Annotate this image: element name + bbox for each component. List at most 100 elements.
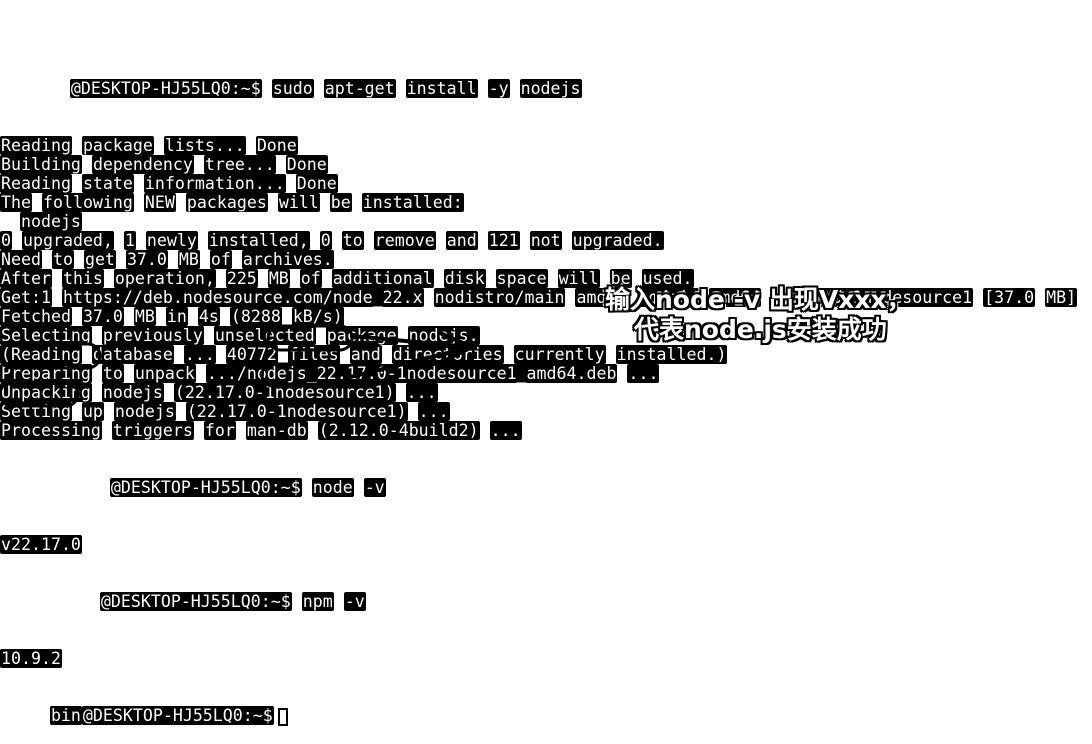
word: -v bbox=[363, 478, 386, 497]
output-line: Selecting previously unselected package … bbox=[0, 326, 1077, 345]
output-line: Need to get 37.0 MB of archives. bbox=[0, 250, 1077, 269]
command: sudo apt-get install -y nodejs bbox=[271, 79, 582, 98]
word: 225 bbox=[225, 269, 258, 288]
word: space bbox=[495, 269, 548, 288]
word: (Reading bbox=[0, 345, 82, 364]
word: Preparing bbox=[0, 364, 92, 383]
word: MB bbox=[177, 250, 200, 269]
word: previously bbox=[101, 326, 204, 345]
word: install bbox=[405, 79, 478, 98]
word: MB] bbox=[1045, 288, 1078, 307]
command: node -v bbox=[311, 478, 386, 497]
word: ... bbox=[417, 402, 450, 421]
word: Need bbox=[0, 250, 42, 269]
word: remove bbox=[373, 231, 436, 250]
output-text: Reading state information... Done bbox=[0, 174, 338, 193]
prompt-line: bin @DESKTOP-HJ55LQ0:~$ bbox=[0, 706, 1077, 726]
cursor bbox=[277, 707, 288, 726]
word: -y bbox=[487, 79, 510, 98]
word: installed.) bbox=[615, 345, 728, 364]
word: Building bbox=[0, 155, 82, 174]
output-line: 10.9.2 bbox=[0, 649, 1077, 668]
terminal-output[interactable]: @DESKTOP-HJ55LQ0:~$ sudo apt-get install… bbox=[0, 0, 1078, 744]
word: apt-get bbox=[323, 79, 396, 98]
word: to bbox=[101, 364, 124, 383]
output-text: Preparing to unpack .../nodejs_22.17.0-1… bbox=[0, 364, 660, 383]
output-text: The following NEW packages will be insta… bbox=[0, 193, 464, 212]
word: bin bbox=[49, 706, 82, 725]
word: operation, bbox=[113, 269, 216, 288]
word: this bbox=[61, 269, 104, 288]
word: up bbox=[81, 402, 104, 421]
command: npm -v bbox=[301, 592, 366, 611]
output-line: Get:1 https://deb.nodesource.com/node_22… bbox=[0, 288, 1078, 307]
word: in bbox=[165, 307, 188, 326]
word: Done bbox=[295, 174, 338, 193]
word: sudo bbox=[271, 79, 314, 98]
word: installed, bbox=[207, 231, 310, 250]
word: directories bbox=[391, 345, 504, 364]
word: kB/s) bbox=[291, 307, 344, 326]
output-line: Setting up nodejs (22.17.0-1nodesource1)… bbox=[0, 402, 1077, 421]
prompt-line: @DESKTOP-HJ55LQ0:~$ npm -v bbox=[0, 592, 1077, 611]
word: nodistro/main bbox=[433, 288, 566, 307]
word: lists... bbox=[163, 136, 246, 155]
word: (22.17.0-1nodesource1) bbox=[185, 402, 408, 421]
output-text: Building dependency tree... Done bbox=[0, 155, 328, 174]
word: npm bbox=[301, 592, 334, 611]
word: @DESKTOP-HJ55LQ0:~$ bbox=[99, 592, 292, 611]
word: and bbox=[349, 345, 382, 364]
output-text: Selecting previously unselected package … bbox=[0, 326, 480, 345]
output-text: Fetched 37.0 MB in 4s (8288 kB/s) bbox=[0, 307, 344, 326]
word: upgraded. bbox=[571, 231, 664, 250]
word: (2.12.0-4build2) bbox=[317, 421, 480, 440]
word: @DESKTOP-HJ55LQ0:~$ bbox=[81, 706, 274, 725]
word: currently bbox=[513, 345, 606, 364]
word: archives. bbox=[241, 250, 334, 269]
output-text: Need to get 37.0 MB of archives. bbox=[0, 250, 334, 269]
word: Selecting bbox=[0, 326, 92, 345]
word: (8288 bbox=[229, 307, 282, 326]
word: Reading bbox=[0, 136, 72, 155]
word: package bbox=[325, 326, 398, 345]
output-line: Preparing to unpack .../nodejs_22.17.0-1… bbox=[0, 364, 1077, 383]
word: will bbox=[557, 269, 600, 288]
prompt-user-suffix: bin bbox=[49, 706, 82, 725]
word: be bbox=[329, 193, 352, 212]
prompt-line: @DESKTOP-HJ55LQ0:~$ sudo apt-get install… bbox=[0, 79, 1077, 98]
word: 0 bbox=[319, 231, 332, 250]
prompt-host: @DESKTOP-HJ55LQ0:~$ bbox=[99, 592, 292, 611]
word: unselected bbox=[213, 326, 316, 345]
word: of bbox=[209, 250, 232, 269]
word: nodejs. bbox=[407, 326, 480, 345]
word: Done bbox=[255, 136, 298, 155]
word: nodejs bbox=[101, 383, 164, 402]
annotation-text-line2: 代表node.js安装成功 bbox=[634, 315, 887, 344]
word: Setting bbox=[0, 402, 72, 421]
prompt-host: @DESKTOP-HJ55LQ0:~$ bbox=[69, 79, 262, 98]
output-text: 0 upgraded, 1 newly installed, 0 to remo… bbox=[0, 231, 664, 250]
word: package bbox=[81, 136, 154, 155]
word: Done bbox=[285, 155, 328, 174]
word: upgraded, bbox=[22, 231, 114, 250]
word: Processing bbox=[0, 421, 102, 440]
word: ... bbox=[489, 421, 522, 440]
word: The bbox=[0, 193, 32, 212]
output-text: Setting up nodejs (22.17.0-1nodesource1)… bbox=[0, 402, 450, 421]
word: nodejs bbox=[519, 79, 582, 98]
word: After bbox=[0, 269, 52, 288]
word: -v bbox=[343, 592, 366, 611]
word: Fetched bbox=[0, 307, 72, 326]
word: to bbox=[51, 250, 74, 269]
word: disk bbox=[443, 269, 486, 288]
word: installed: bbox=[361, 193, 464, 212]
output-line: 0 upgraded, 1 newly installed, 0 to remo… bbox=[0, 231, 1077, 250]
word: MB bbox=[133, 307, 156, 326]
word: database bbox=[91, 345, 174, 364]
output-text: Reading package lists... Done bbox=[0, 136, 298, 155]
word: https://deb.nodesource.com/node_22.x bbox=[61, 288, 424, 307]
output-line: Building dependency tree... Done bbox=[0, 155, 1077, 174]
output-text: (Reading database ... 40772 files and di… bbox=[0, 345, 728, 364]
word: 4s bbox=[197, 307, 220, 326]
word: [37.0 bbox=[983, 288, 1036, 307]
